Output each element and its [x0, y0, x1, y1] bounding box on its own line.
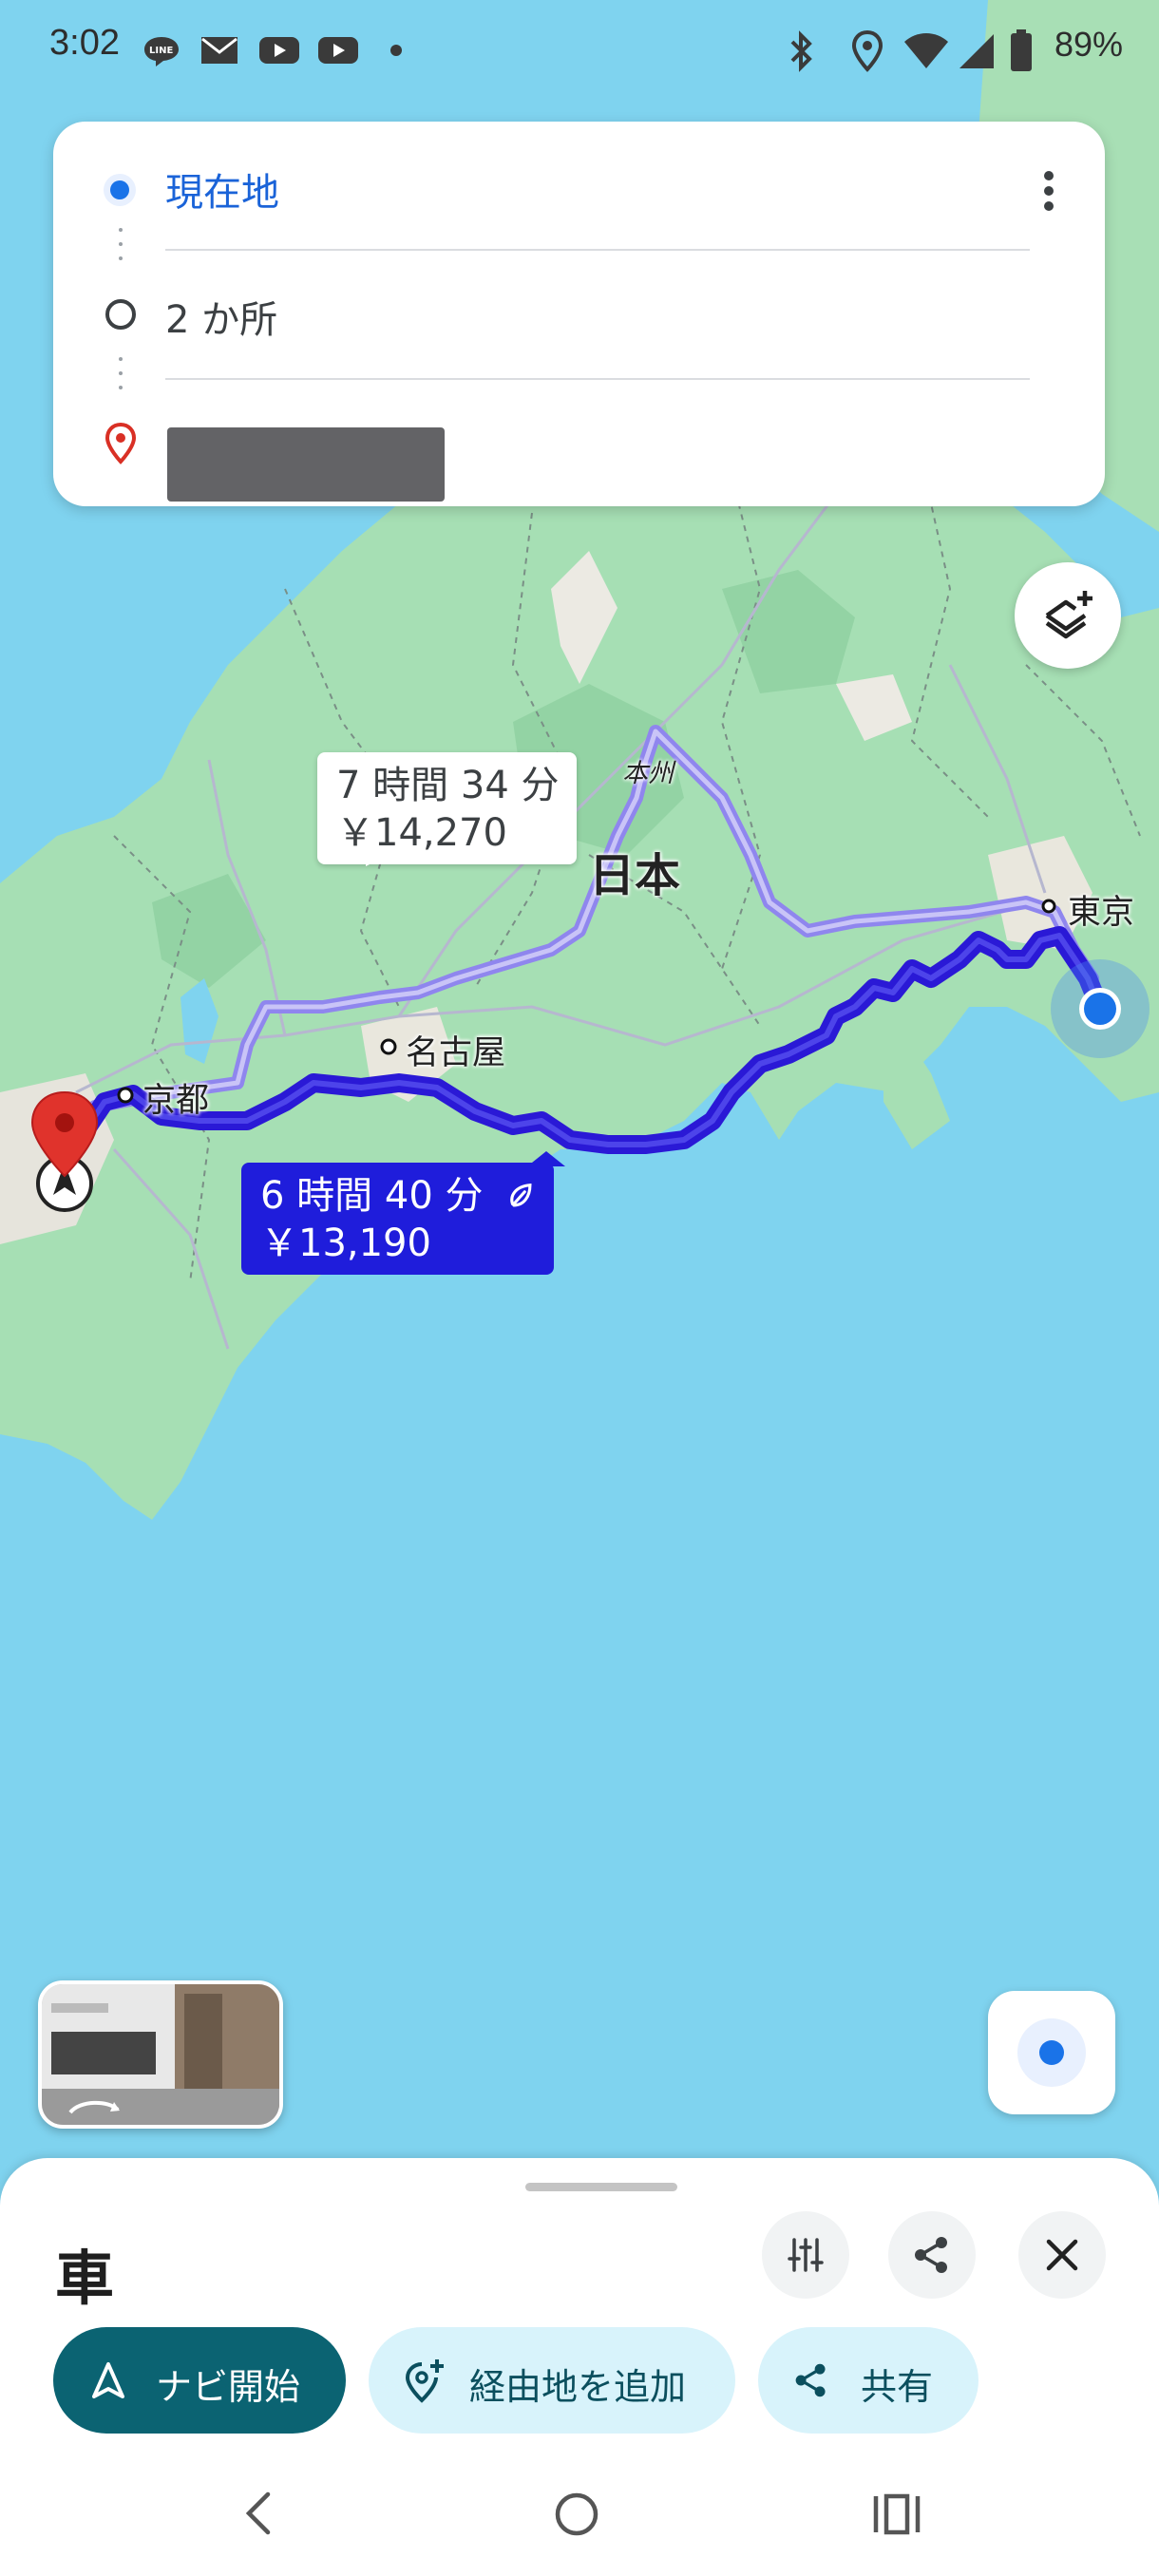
connector-dots [119, 228, 123, 271]
home-icon[interactable] [553, 2491, 600, 2538]
city-label-kyoto: 京都 [142, 1082, 210, 1120]
share-route-button[interactable]: 共有 [758, 2327, 978, 2434]
line-icon: LINE [144, 37, 179, 66]
travel-mode-title: 車 [55, 2244, 115, 2313]
share-icon [915, 2237, 947, 2273]
mail-icon [201, 37, 238, 64]
add-stop-button[interactable]: 経由地を追加 [369, 2327, 735, 2434]
route-label-selected[interactable]: 6 時間 40 分 ￥13,190 [241, 1163, 555, 1275]
destination-pin-icon [104, 422, 137, 464]
route-options-button[interactable] [762, 2211, 849, 2299]
drag-handle[interactable] [525, 2183, 677, 2191]
redacted-destination[interactable] [167, 427, 445, 502]
start-navigation-button[interactable]: ナビ開始 [53, 2327, 346, 2434]
status-bar: 3:02 LINE 89% [0, 0, 1159, 104]
battery-percent: 89% [1054, 25, 1124, 64]
location-icon [851, 30, 884, 72]
back-icon[interactable] [241, 2489, 276, 2538]
city-label-tokyo: 東京 [1068, 894, 1135, 932]
share-route-label: 共有 [861, 2366, 934, 2408]
wifi-icon [904, 33, 948, 68]
close-icon [1046, 2239, 1078, 2271]
my-location-icon [1017, 2018, 1086, 2087]
label-pointer [527, 1151, 565, 1166]
region-label-honshu: 本州 [622, 759, 674, 788]
route-label-alternative[interactable]: 7 時間 34 分 ￥14,270 [317, 752, 577, 864]
pin-icon [30, 1090, 99, 1212]
dot-icon [390, 45, 402, 56]
route-duration: 6 時間 40 分 [260, 1174, 484, 1218]
signal-icon [960, 34, 994, 68]
city-label-nagoya: 名古屋 [406, 1034, 506, 1072]
youtube-icon [259, 37, 299, 64]
divider [165, 249, 1030, 251]
recents-icon[interactable] [872, 2492, 922, 2536]
bluetooth-icon [790, 30, 812, 72]
start-navigation-label: ナビ開始 [156, 2366, 301, 2408]
divider [165, 378, 1030, 380]
destination-pin[interactable]: A [27, 1090, 103, 1214]
my-location-button[interactable] [988, 1991, 1115, 2114]
origin-field[interactable]: 現在地 [165, 161, 279, 217]
youtube-icon [318, 37, 358, 64]
origin-dot-icon [104, 174, 136, 206]
country-label: 日本 [589, 849, 681, 902]
eco-leaf-icon [510, 1183, 532, 1207]
add-stop-label: 経由地を追加 [469, 2366, 687, 2408]
close-button[interactable] [1018, 2211, 1106, 2299]
street-view-image [42, 1984, 279, 2125]
connector-dots [119, 357, 123, 400]
route-toll: ￥13,190 [260, 1222, 431, 1265]
status-time: 3:02 [49, 23, 120, 63]
stops-field[interactable]: 2 か所 [165, 289, 277, 344]
navigation-arrow-icon [92, 2362, 124, 2398]
share-icon-button[interactable] [888, 2211, 976, 2299]
svg-text:LINE: LINE [149, 46, 173, 56]
battery-icon [1011, 29, 1032, 71]
stop-circle-icon [105, 299, 136, 330]
share-icon [795, 2363, 826, 2397]
label-pointer [366, 847, 404, 866]
tune-icon [788, 2238, 824, 2272]
street-view-thumbnail[interactable] [38, 1980, 283, 2129]
bottom-sheet: 車 ナビ開始 経由地を追加 共有 [0, 2158, 1159, 2576]
add-location-icon [405, 2359, 444, 2403]
layers-icon [1045, 591, 1092, 639]
more-options-icon[interactable] [1030, 167, 1068, 215]
directions-card: 現在地 2 か所 [53, 122, 1105, 506]
route-duration: 7 時間 34 分 [336, 764, 560, 807]
layers-button[interactable] [1015, 562, 1121, 669]
